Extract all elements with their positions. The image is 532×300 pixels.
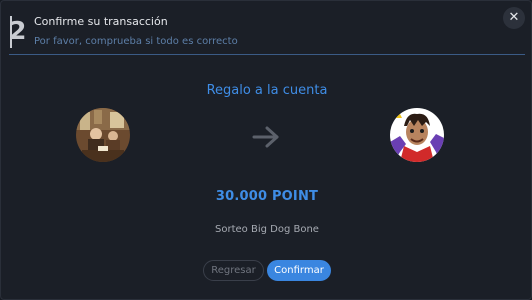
modal-title: Confirme su transacción [34, 15, 168, 28]
confirm-transaction-modal: 2 Confirme su transacción Por favor, com… [0, 0, 532, 300]
section-title: Regalo a la cuenta [206, 83, 328, 98]
sender-avatar [76, 108, 130, 162]
transfer-description: Sorteo Big Dog Bone [215, 224, 319, 235]
header-divider [9, 54, 525, 55]
recipient-avatar [390, 108, 444, 162]
close-icon: ✕ [508, 10, 520, 25]
modal-subtitle: Por favor, comprueba si todo es correcto [34, 36, 238, 47]
recipient-avatar-image [390, 108, 444, 162]
sender-avatar-image [76, 108, 130, 162]
transfer-amount: 30.000 POINT [215, 189, 319, 204]
step-number: 2 [9, 16, 26, 48]
close-button[interactable]: ✕ [503, 7, 525, 29]
back-button[interactable]: Regresar [203, 260, 264, 281]
arrow-right-icon [252, 126, 279, 148]
confirm-button[interactable]: Confirmar [267, 260, 331, 281]
